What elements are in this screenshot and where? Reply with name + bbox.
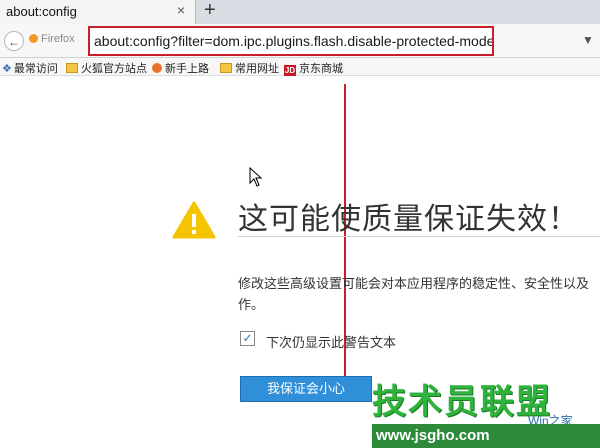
watermark-brand: 技术员联盟 [372,383,552,421]
firefox-icon [152,63,162,73]
navigation-bar: ← Firefox about:config?filter=dom.ipc.pl… [0,24,600,58]
firefox-icon [29,34,38,43]
site-identity[interactable]: Firefox [29,33,75,45]
tab-strip: about:config × + [0,0,600,24]
show-warning-label: 下次仍显示此警告文本 [266,335,397,350]
show-warning-checkbox[interactable]: ✓ [240,331,255,346]
warning-icon [172,201,216,239]
identity-label: Firefox [41,33,75,45]
mouse-cursor-icon [249,167,263,187]
warning-description-continued: 作。 [238,297,265,312]
jd-icon: JD [284,65,296,76]
bookmark-label: 京东商城 [299,63,343,75]
bookmark-common-sites[interactable]: 常用网址 [220,60,279,76]
back-button[interactable]: ← [4,31,24,51]
divider [238,236,600,237]
folder-icon [66,63,78,73]
star-icon: ❖ [2,63,12,75]
close-icon[interactable]: × [177,2,185,18]
bookmark-most-visited[interactable]: ❖ 最常访问 [2,60,58,76]
bookmark-firefox-site[interactable]: 火狐官方站点 [66,60,147,76]
bookmark-label: 新手上路 [165,63,209,75]
folder-icon [220,63,232,73]
accept-risk-button[interactable]: 我保证会小心 [240,376,372,402]
new-tab-button[interactable]: + [204,0,216,22]
warning-description: 修改这些高级设置可能会对本应用程序的稳定性、安全性以及 [238,276,590,291]
tab-title: about:config [6,4,77,19]
bookmark-getting-started[interactable]: 新手上路 [152,60,209,76]
warning-title: 这可能使质量保证失效！ [238,203,579,236]
chevron-down-icon[interactable]: ▼ [582,33,594,47]
bookmarks-toolbar: ❖ 最常访问 火狐官方站点 新手上路 常用网址 JD 京东商城 [0,58,600,76]
watermark-url: www.jsgho.com [372,424,600,448]
bookmark-label: 常用网址 [235,63,279,75]
tab-about-config[interactable]: about:config × [0,0,196,24]
bookmark-jd[interactable]: JD 京东商城 [284,60,343,76]
bookmark-label: 火狐官方站点 [81,63,147,75]
url-bar[interactable]: about:config?filter=dom.ipc.plugins.flas… [88,26,494,56]
bookmark-label: 最常访问 [13,63,58,75]
